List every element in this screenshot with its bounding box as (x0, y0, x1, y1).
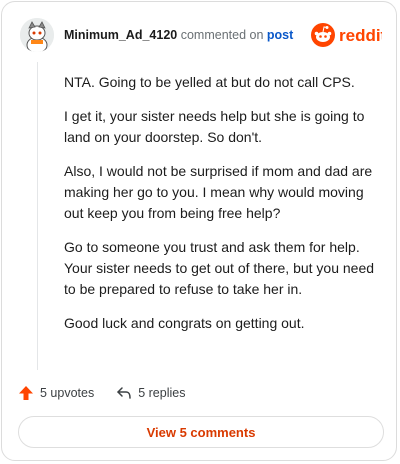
replies-button[interactable]: 5 replies (116, 385, 185, 401)
thread-line[interactable] (37, 62, 38, 370)
comment-card: Minimum_Ad_4120 commented on post reddit (1, 1, 397, 461)
reddit-logo[interactable]: reddit (310, 21, 387, 49)
username[interactable]: Minimum_Ad_4120 (64, 28, 177, 42)
snoo-avatar-icon[interactable] (20, 18, 54, 52)
reddit-alien-icon (311, 23, 335, 47)
upvote-arrow-icon (19, 386, 33, 400)
reply-icon (117, 387, 131, 399)
view-comments-button[interactable]: View 5 comments (18, 416, 384, 448)
upvote-button[interactable]: 5 upvotes (18, 385, 94, 401)
replies-count: 5 replies (138, 386, 186, 400)
comment-paragraph: Go to someone you trust and ask them for… (64, 239, 375, 297)
comment-body: NTA. Going to be yelled at but do not ca… (64, 72, 382, 347)
comment-actions: 5 upvotes 5 replies (18, 382, 207, 404)
comment-meta: Minimum_Ad_4120 commented on post (64, 27, 293, 43)
post-link[interactable]: post (267, 28, 293, 42)
comment-paragraph: Also, I would not be surprised if mom an… (64, 163, 373, 221)
comment-header: Minimum_Ad_4120 commented on post reddit (20, 18, 387, 52)
comment-paragraph: Good luck and congrats on getting out. (64, 315, 305, 331)
comment-paragraph: I get it, your sister needs help but she… (64, 108, 365, 145)
action-text: commented on (180, 28, 264, 42)
comment-paragraph: NTA. Going to be yelled at but do not ca… (64, 74, 355, 90)
brand-wordmark: reddit (339, 26, 382, 45)
upvotes-count: 5 upvotes (40, 386, 95, 400)
